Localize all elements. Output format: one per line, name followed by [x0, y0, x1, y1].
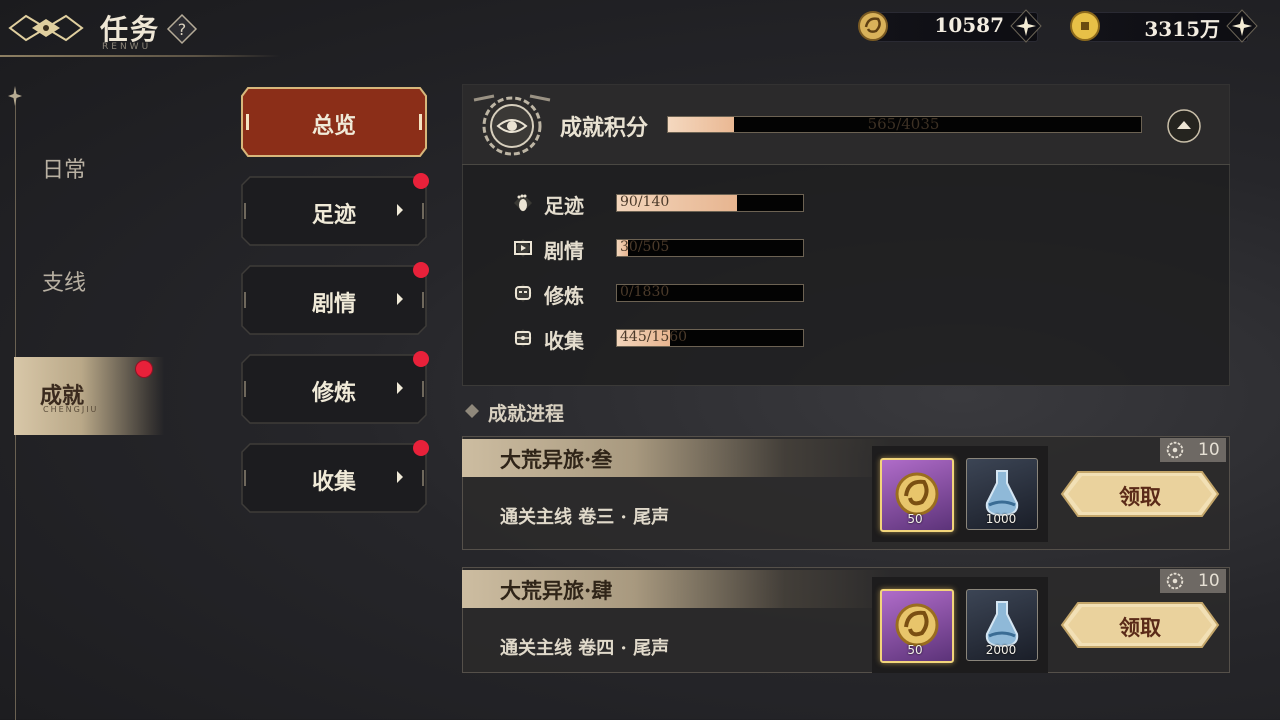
- chevron-right-icon: [397, 204, 403, 216]
- collapse-button[interactable]: [1166, 108, 1202, 144]
- category-row-collection: 收集 445/1560: [500, 323, 820, 353]
- notification-badge: [413, 351, 429, 367]
- footprint-icon: [514, 194, 532, 212]
- title-divider: [0, 55, 280, 57]
- section-title: 成就进程: [488, 403, 565, 425]
- tab-footprint[interactable]: 足迹: [240, 173, 429, 247]
- category-name: 收集: [544, 329, 584, 353]
- achievement-card: 大荒异旅·叁 通关主线 卷三 · 尾声 50 1000 10 领取: [462, 436, 1230, 550]
- tab-collection[interactable]: 收集: [240, 440, 429, 514]
- reward-quantity: 50: [907, 643, 923, 657]
- achievement-description: 通关主线 卷四 · 尾声: [500, 638, 670, 659]
- points-value: 10: [1198, 571, 1220, 591]
- question-icon: ?: [166, 13, 198, 45]
- tab-label: 总览: [311, 113, 356, 139]
- category-row-story: 剧情 30/505: [500, 233, 820, 263]
- dragon-coin-icon: [858, 11, 888, 41]
- diamond-bullet-icon: [465, 404, 479, 418]
- notification-badge: [413, 173, 429, 189]
- reward-quantity: 2000: [985, 643, 1017, 657]
- currency-value: 3315万: [1144, 17, 1220, 41]
- achievement-card: 大荒异旅·肆 通关主线 卷四 · 尾声 50 2000 10 领取: [462, 567, 1230, 679]
- chevron-right-icon: [397, 382, 403, 394]
- eye-gear-icon: [1166, 441, 1184, 459]
- ornament-emblem-icon: [8, 14, 84, 42]
- copper-coin-icon: [1070, 11, 1100, 41]
- currency-copper-coin: 3315万: [1068, 9, 1260, 43]
- eye-gear-emblem-icon: [473, 94, 551, 156]
- film-icon: [514, 239, 532, 257]
- sidebar-item-branch[interactable]: 支线: [42, 265, 86, 297]
- claim-button-label: 领取: [1119, 484, 1161, 509]
- category-row-footprint: 足迹 90/140: [500, 188, 820, 218]
- category-name: 足迹: [544, 194, 584, 218]
- category-name: 修炼: [544, 284, 584, 308]
- achievement-name: 大荒异旅·肆: [500, 578, 613, 603]
- score-label: 成就积分: [560, 115, 649, 141]
- sparkle-icon: [8, 86, 22, 106]
- category-row-training: 修炼 0/1830: [500, 278, 820, 308]
- add-currency-button[interactable]: [1226, 9, 1258, 43]
- category-progress-text: 445/1560: [620, 329, 688, 345]
- notification-badge: [135, 360, 153, 378]
- tab-story[interactable]: 剧情: [240, 262, 429, 336]
- category-name: 剧情: [544, 239, 584, 263]
- currency-value: 10587: [934, 13, 1004, 37]
- mask-icon: [514, 284, 532, 302]
- notification-badge: [413, 440, 429, 456]
- reward-quantity: 50: [907, 512, 923, 526]
- add-currency-button[interactable]: [1010, 9, 1042, 43]
- score-progress-text: 565/4035: [867, 115, 940, 133]
- notification-badge: [413, 262, 429, 278]
- category-progress-text: 30/505: [620, 239, 670, 255]
- achievement-name: 大荒异旅·叁: [500, 447, 613, 472]
- help-button[interactable]: ?: [166, 13, 198, 45]
- category-progress-text: 90/140: [620, 194, 670, 210]
- category-progress-text: 0/1830: [620, 284, 670, 300]
- collection-icon: [514, 329, 532, 347]
- tab-training[interactable]: 修炼: [240, 351, 429, 425]
- sidebar-item-daily[interactable]: 日常: [42, 152, 86, 184]
- currency-dragon-coin: 10587: [856, 9, 1046, 43]
- eye-gear-icon: [1166, 572, 1184, 590]
- sidebar-item-sublabel: CHENGJIU: [43, 405, 99, 414]
- achievement-description: 通关主线 卷三 · 尾声: [500, 507, 670, 528]
- chevron-right-icon: [397, 293, 403, 305]
- tab-overview[interactable]: 总览: [240, 86, 428, 158]
- points-value: 10: [1198, 440, 1220, 460]
- page-subtitle: RENWU: [102, 42, 152, 52]
- claim-button-label: 领取: [1119, 615, 1161, 640]
- chevron-right-icon: [397, 471, 403, 483]
- reward-quantity: 1000: [985, 512, 1017, 526]
- svg-text:?: ?: [178, 20, 187, 39]
